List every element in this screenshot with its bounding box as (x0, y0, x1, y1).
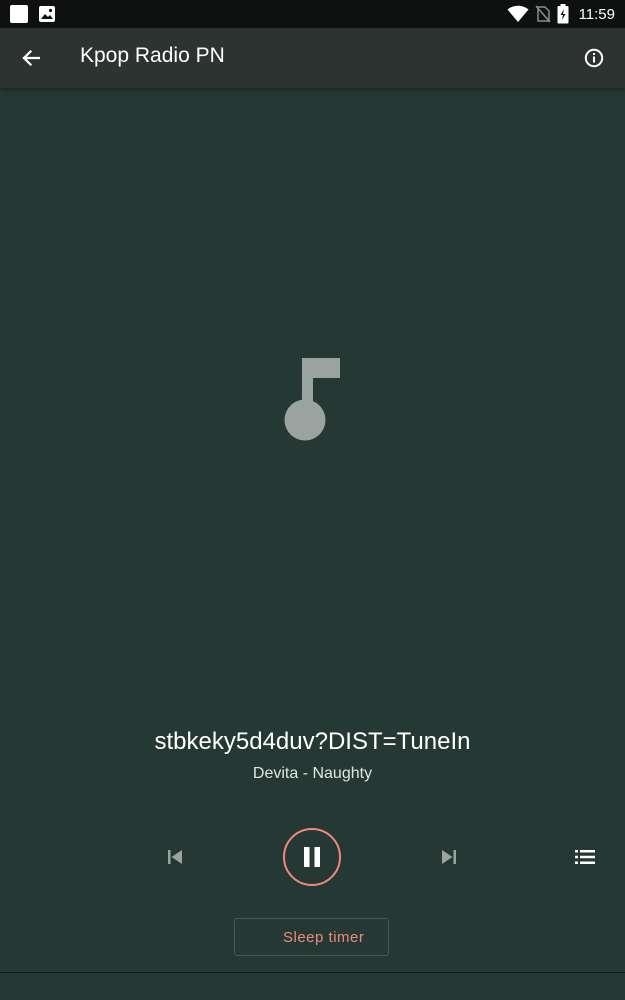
wifi-icon (507, 5, 529, 22)
image-icon (39, 6, 55, 22)
status-time: 11:59 (578, 5, 615, 23)
pause-icon (304, 847, 320, 867)
status-notifications (10, 5, 56, 23)
previous-button[interactable] (160, 842, 190, 872)
info-icon (584, 48, 604, 68)
station-name: stbkeky5d4duv?DIST=TuneIn (154, 728, 471, 755)
bottom-divider (0, 972, 625, 973)
list-icon (575, 850, 595, 864)
battery-charging-icon (557, 4, 569, 24)
sleep-timer-button[interactable]: Sleep timer (234, 918, 389, 956)
next-button[interactable] (434, 842, 464, 872)
track-title: Devita - Naughty (252, 765, 373, 782)
arrow-left-icon (22, 49, 40, 67)
app-bar: Kpop Radio PN (0, 28, 625, 88)
no-sim-icon (534, 5, 551, 23)
music-note-icon (284, 358, 340, 441)
info-button[interactable] (577, 41, 611, 75)
status-bar: 11:59 (0, 0, 625, 28)
skip-previous-icon (168, 850, 182, 864)
notification-square-icon (10, 5, 28, 23)
skip-next-icon (442, 850, 456, 864)
page-title: Kpop Radio PN (80, 44, 225, 67)
back-button[interactable] (14, 41, 48, 75)
queue-button[interactable] (570, 842, 600, 872)
status-system-icons: 11:59 (507, 2, 615, 26)
play-pause-button[interactable] (283, 828, 341, 886)
sleep-timer-label: Sleep timer (283, 928, 365, 946)
moon-icon (257, 929, 265, 945)
